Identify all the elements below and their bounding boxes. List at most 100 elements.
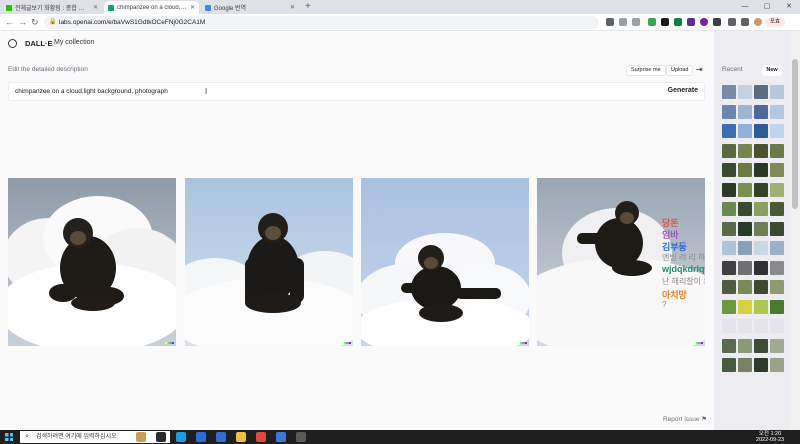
side-panel-icon[interactable] bbox=[741, 18, 749, 26]
taskbar-search-input[interactable]: ⌕ 검색하려면 여기에 입력하십시오 bbox=[20, 431, 170, 443]
recent-thumbnail[interactable] bbox=[754, 163, 768, 177]
result-image-1[interactable] bbox=[8, 178, 176, 346]
result-image-4[interactable]: 당돈 임바 김부둥 엔빙 려 리 하 하 하 하 리 wjdqkdrlqwe 난… bbox=[537, 178, 705, 346]
edge-icon[interactable] bbox=[176, 432, 186, 442]
windows-start-icon[interactable] bbox=[5, 433, 13, 441]
folder-icon[interactable] bbox=[236, 432, 246, 442]
recent-thumbnail[interactable] bbox=[770, 260, 784, 275]
recent-thumbnail[interactable] bbox=[722, 104, 736, 119]
recent-thumbnail[interactable] bbox=[722, 358, 736, 372]
app-blue-icon[interactable] bbox=[276, 432, 286, 442]
chrome-icon[interactable] bbox=[256, 432, 266, 442]
recent-thumbnail[interactable] bbox=[754, 182, 768, 197]
recent-thumbnail[interactable] bbox=[770, 163, 784, 177]
upload-button[interactable]: Upload bbox=[666, 65, 694, 76]
recent-thumbnail[interactable] bbox=[754, 202, 768, 216]
recent-thumbnail[interactable] bbox=[722, 221, 736, 236]
close-tab-icon[interactable]: ✕ bbox=[290, 4, 295, 11]
back-icon[interactable]: ← bbox=[5, 16, 14, 28]
recent-thumbnail[interactable] bbox=[754, 358, 768, 372]
recent-thumbnail[interactable] bbox=[770, 182, 784, 197]
brand-name[interactable]: DALL·E bbox=[25, 39, 53, 48]
recent-thumbnail[interactable] bbox=[754, 241, 768, 255]
store-icon[interactable] bbox=[196, 432, 206, 442]
recent-thumbnail[interactable] bbox=[738, 299, 752, 314]
recent-thumbnail[interactable] bbox=[738, 319, 752, 333]
extension-drive-icon[interactable] bbox=[674, 18, 682, 26]
recent-thumbnail[interactable] bbox=[738, 260, 752, 275]
address-bar[interactable]: 🔒 labs.openai.com/e/baVwS1GdtkOCeFNj0G2C… bbox=[44, 16, 599, 29]
recent-thumbnail[interactable] bbox=[722, 260, 736, 275]
report-issue-link[interactable]: Report issue ⚑ bbox=[663, 415, 707, 423]
profile-avatar-icon[interactable] bbox=[754, 18, 762, 26]
recent-thumbnail[interactable] bbox=[770, 85, 784, 99]
recent-thumbnail[interactable] bbox=[722, 124, 736, 138]
recent-thumbnail[interactable] bbox=[738, 280, 752, 294]
recent-thumbnail[interactable] bbox=[770, 358, 784, 372]
recent-thumbnail[interactable] bbox=[754, 85, 768, 99]
recent-thumbnail[interactable] bbox=[722, 280, 736, 294]
sidebar-scrollbar[interactable] bbox=[790, 31, 800, 430]
forward-icon[interactable]: → bbox=[18, 16, 27, 28]
browser-tab-1[interactable]: 전체글보기 화황림 : 종합 커시기 ✕ bbox=[2, 1, 102, 14]
recent-thumbnail[interactable] bbox=[754, 104, 768, 119]
prompt-input[interactable]: chimpanzee on a cloud,light background, … bbox=[8, 82, 705, 101]
extension-v-icon[interactable] bbox=[687, 18, 695, 26]
result-image-2[interactable] bbox=[185, 178, 353, 346]
recent-thumbnail[interactable] bbox=[738, 104, 752, 119]
recent-thumbnail[interactable] bbox=[754, 124, 768, 138]
cast-icon[interactable] bbox=[606, 18, 614, 26]
recent-thumbnail[interactable] bbox=[722, 241, 736, 255]
visual-studio-icon[interactable] bbox=[216, 432, 226, 442]
extension-2-icon[interactable] bbox=[713, 18, 721, 26]
recent-thumbnail[interactable] bbox=[770, 319, 784, 333]
openai-logo-icon[interactable] bbox=[8, 39, 17, 48]
recent-thumbnail[interactable] bbox=[738, 221, 752, 236]
recent-thumbnail[interactable] bbox=[738, 143, 752, 158]
bookmark-icon[interactable] bbox=[632, 18, 640, 26]
recent-thumbnail[interactable] bbox=[770, 221, 784, 236]
recent-thumbnail[interactable] bbox=[754, 260, 768, 275]
extensions-puzzle-icon[interactable] bbox=[728, 18, 736, 26]
maximize-icon[interactable]: ▢ bbox=[756, 0, 778, 14]
recent-thumbnail[interactable] bbox=[738, 163, 752, 177]
task-view-icon[interactable] bbox=[156, 432, 166, 442]
recent-thumbnail[interactable] bbox=[770, 202, 784, 216]
recent-thumbnail[interactable] bbox=[770, 104, 784, 119]
close-tab-icon[interactable]: ✕ bbox=[190, 4, 195, 11]
recent-thumbnail[interactable] bbox=[738, 202, 752, 216]
new-button[interactable]: New bbox=[762, 65, 782, 76]
my-collection-link[interactable]: My collection bbox=[54, 39, 94, 46]
recent-thumbnail[interactable] bbox=[754, 143, 768, 158]
recent-thumbnail[interactable] bbox=[738, 338, 752, 353]
recent-thumbnail[interactable] bbox=[770, 280, 784, 294]
recent-thumbnail[interactable] bbox=[770, 299, 784, 314]
recent-thumbnail[interactable] bbox=[722, 299, 736, 314]
recent-thumbnail[interactable] bbox=[722, 319, 736, 333]
recent-thumbnail[interactable] bbox=[754, 319, 768, 333]
recent-thumbnail[interactable] bbox=[754, 221, 768, 236]
recent-thumbnail[interactable] bbox=[770, 124, 784, 138]
recent-thumbnail[interactable] bbox=[738, 241, 752, 255]
app-mail-icon[interactable] bbox=[296, 432, 306, 442]
recent-thumbnail[interactable] bbox=[754, 280, 768, 294]
recent-thumbnail[interactable] bbox=[722, 338, 736, 353]
reload-icon[interactable]: ↻ bbox=[31, 16, 39, 28]
recent-thumbnail[interactable] bbox=[738, 124, 752, 138]
recent-thumbnail[interactable] bbox=[770, 241, 784, 255]
extension-green-icon[interactable] bbox=[648, 18, 656, 26]
close-window-icon[interactable]: ✕ bbox=[778, 0, 800, 14]
recent-thumbnail[interactable] bbox=[738, 85, 752, 99]
recent-thumbnail[interactable] bbox=[738, 182, 752, 197]
recent-thumbnail[interactable] bbox=[754, 299, 768, 314]
generate-button[interactable]: Generate bbox=[668, 87, 698, 94]
close-tab-icon[interactable]: ✕ bbox=[93, 4, 98, 11]
surprise-me-button[interactable]: Surprise me bbox=[626, 65, 666, 76]
recent-thumbnail[interactable] bbox=[722, 202, 736, 216]
recent-thumbnail[interactable] bbox=[722, 163, 736, 177]
recent-thumbnail[interactable] bbox=[770, 143, 784, 158]
landscape-icon[interactable] bbox=[136, 432, 146, 442]
recent-thumbnail[interactable] bbox=[770, 338, 784, 353]
result-image-3[interactable] bbox=[361, 178, 529, 346]
scrollbar-thumb[interactable] bbox=[792, 59, 798, 209]
